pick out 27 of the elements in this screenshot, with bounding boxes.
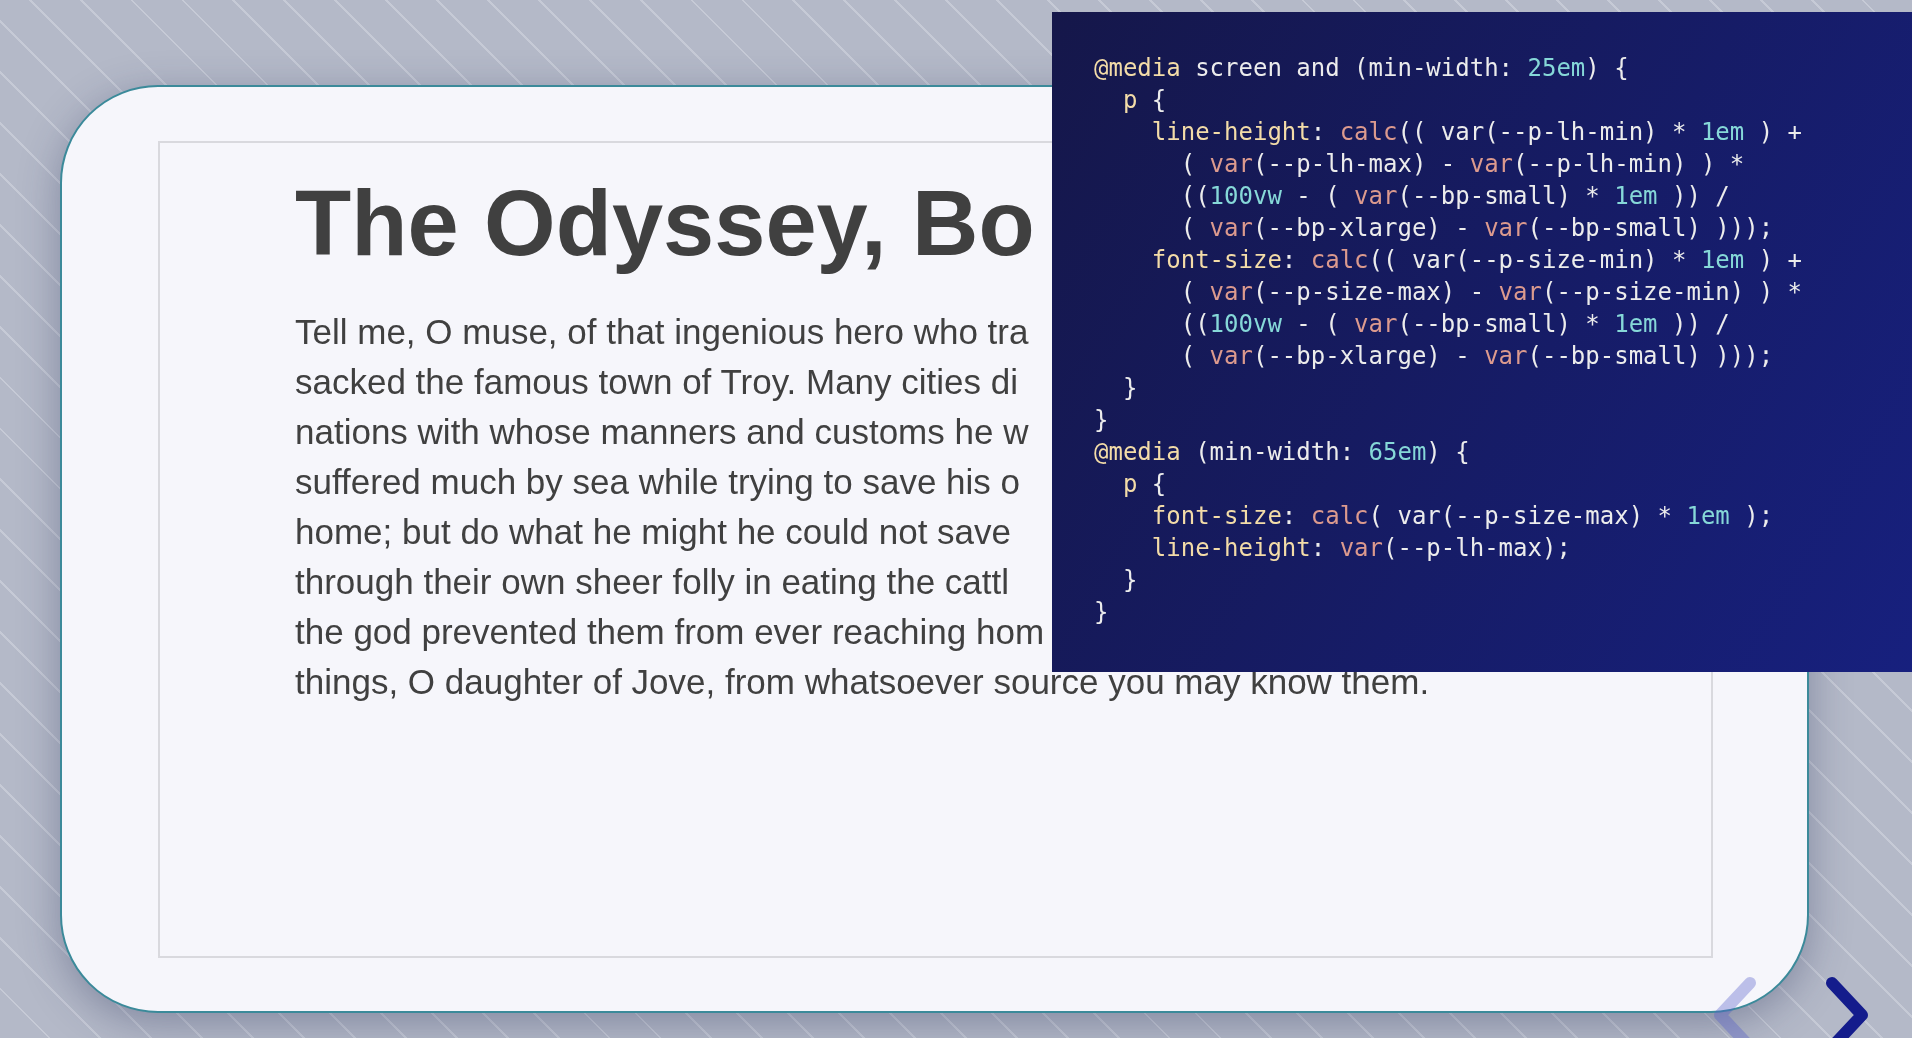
code-line: } (1094, 597, 1109, 628)
code-line: line-height: calc(( var(--p-lh-min) * 1em ) + (1150, 117, 1803, 148)
slide-title: The Odyssey, Bo (295, 173, 1035, 273)
paragraph-line: suffered much by sea while trying to save his o (295, 461, 1020, 503)
code-line: } (1121, 565, 1138, 596)
paragraph-line: sacked the famous town of Troy. Many cities di (295, 361, 1018, 403)
paragraph-line: things, O daughter of Jove, from whatsoever source you may know them. (295, 661, 1430, 703)
paragraph-line: through their own sheer folly in eating the cattl (295, 561, 1010, 603)
code-line: } (1094, 405, 1109, 436)
paragraph-line: Tell me, O muse, of that ingenious hero who tra (295, 311, 1029, 353)
code-line: @media (min-width: 65em) { (1094, 437, 1470, 468)
code-line: ( var(--bp-xlarge) - var(--bp-small) ))); (1179, 341, 1774, 372)
code-line: ( var(--p-lh-max) - var(--p-lh-min) ) * (1179, 149, 1745, 180)
code-line: font-size: calc( var(--p-size-max) * 1em ); (1150, 501, 1774, 532)
code-line: ((100vw - ( var(--bp-small) * 1em )) / (1179, 181, 1730, 212)
code-line: } (1121, 373, 1138, 404)
code-line: ( var(--bp-xlarge) - var(--bp-small) ))); (1179, 213, 1774, 244)
paragraph-line: the god prevented them from ever reaching hom (295, 611, 1045, 653)
code-line: @media screen and (min-width: 25em) { (1094, 53, 1629, 84)
code-line: ((100vw - ( var(--bp-small) * 1em )) / (1179, 309, 1730, 340)
code-line: line-height: var(--p-lh-max); (1150, 533, 1571, 564)
paragraph-line: nations with whose manners and customs he w (295, 411, 1029, 453)
code-line: p { (1121, 469, 1167, 500)
paragraph-line: home; but do what he might he could not save (295, 511, 1011, 553)
code-line: ( var(--p-size-max) - var(--p-size-min) ) * (1179, 277, 1803, 308)
code-line: p { (1121, 85, 1167, 116)
code-line: font-size: calc(( var(--p-size-min) * 1em ) + (1150, 245, 1803, 276)
